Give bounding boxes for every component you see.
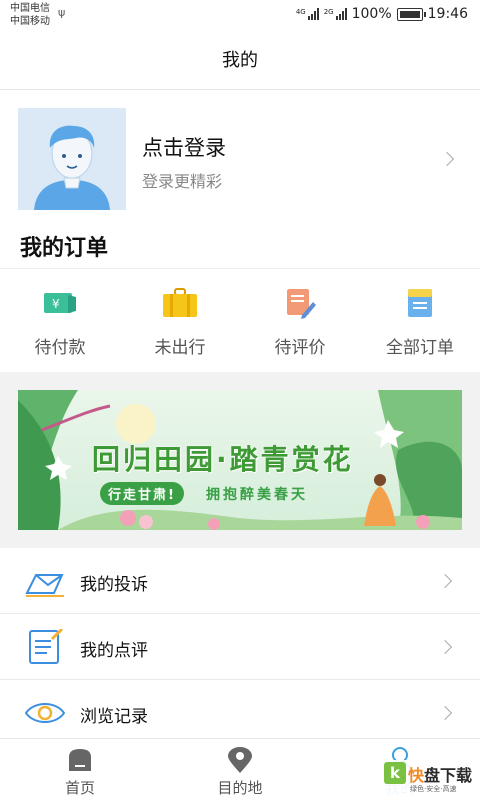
network-type-1: 4G xyxy=(295,8,306,16)
watermark-name: 快盘下载 xyxy=(408,762,472,786)
network-type-2: 2G xyxy=(323,8,334,16)
svg-text:¥: ¥ xyxy=(52,297,60,311)
order-label: 未出行 xyxy=(154,338,206,358)
avatar[interactable] xyxy=(18,108,126,210)
watermark-name-a: 快 xyxy=(408,766,425,785)
login-title[interactable]: 点击登录 xyxy=(142,132,226,162)
status-indicators: 4G 2G 100% 19:46 xyxy=(296,6,468,22)
watermark-name-b: 盘下载 xyxy=(424,766,473,785)
order-label: 待评价 xyxy=(274,338,326,358)
payment-pending-icon: ¥ xyxy=(44,293,76,313)
eye-icon xyxy=(24,703,66,723)
review-pencil-icon xyxy=(287,289,316,319)
comment-icon xyxy=(29,629,64,664)
carrier-1: 中国电信 xyxy=(10,3,50,14)
menu-label: 浏览记录 xyxy=(80,707,148,727)
chevron-right-icon xyxy=(437,639,453,655)
order-payment-pending[interactable]: ¥ 待付款 xyxy=(0,269,120,372)
orders-title: 我的订单 xyxy=(20,236,109,261)
menu-item-history[interactable]: 浏览记录 xyxy=(0,680,480,746)
menu-item-complaints[interactable]: 我的投诉 xyxy=(0,548,480,614)
banner-subtitle: 拥抱醉美春天 xyxy=(206,487,308,503)
signal-2-icon: 2G xyxy=(324,8,347,20)
banner-title: 回归田园·踏青赏花 xyxy=(92,443,354,476)
clock: 19:46 xyxy=(427,6,468,22)
carrier-2: 中国移动 xyxy=(10,16,50,27)
order-label: 待付款 xyxy=(34,338,86,358)
tab-home[interactable]: 首页 xyxy=(20,739,140,800)
banner-pill: 行走甘肃! xyxy=(100,482,184,505)
chevron-right-icon xyxy=(439,151,455,167)
tab-label: 目的地 xyxy=(217,779,263,797)
order-all[interactable]: 全部订单 xyxy=(360,269,480,372)
watermark-k-icon: k xyxy=(384,762,406,784)
watermark-logo: k 快盘下载 绿色·安全·高速 xyxy=(382,760,478,800)
login-row[interactable]: 点击登录 登录更精彩 xyxy=(0,92,480,222)
all-orders-icon xyxy=(408,289,432,317)
order-to-review[interactable]: 待评价 xyxy=(240,269,360,372)
menu-label: 我的点评 xyxy=(80,641,148,661)
home-icon xyxy=(69,749,91,771)
chevron-right-icon xyxy=(437,573,453,589)
battery-percent: 100% xyxy=(351,6,392,22)
login-subtitle: 登录更精彩 xyxy=(142,172,223,191)
status-bar: 中国电信 中国移动 ψ 4G 2G 100% 19:46 xyxy=(0,0,480,32)
order-not-traveled[interactable]: 未出行 xyxy=(120,269,240,372)
battery-icon xyxy=(396,7,426,21)
promo-banner[interactable]: 回归田园·踏青赏花 行走甘肃! 拥抱醉美春天 xyxy=(18,390,462,530)
page-title: 我的 xyxy=(0,32,480,90)
location-pin-icon xyxy=(228,747,252,773)
usb-icon: ψ xyxy=(58,6,66,19)
orders-row: ¥ 待付款 未出行 待评价 全部订单 xyxy=(0,268,480,372)
watermark-tagline: 绿色·安全·高速 xyxy=(410,785,457,793)
order-label: 全部订单 xyxy=(386,338,454,358)
menu-item-reviews[interactable]: 我的点评 xyxy=(0,614,480,680)
carrier-names: 中国电信 中国移动 xyxy=(10,2,50,28)
menu-label: 我的投诉 xyxy=(80,575,148,595)
suitcase-icon xyxy=(163,288,197,317)
default-avatar-icon xyxy=(18,108,126,210)
chevron-right-icon xyxy=(437,705,453,721)
tab-destination[interactable]: 目的地 xyxy=(180,739,300,800)
tab-label: 首页 xyxy=(64,779,95,797)
complaint-icon xyxy=(25,574,64,597)
signal-1-icon: 4G xyxy=(296,8,319,20)
